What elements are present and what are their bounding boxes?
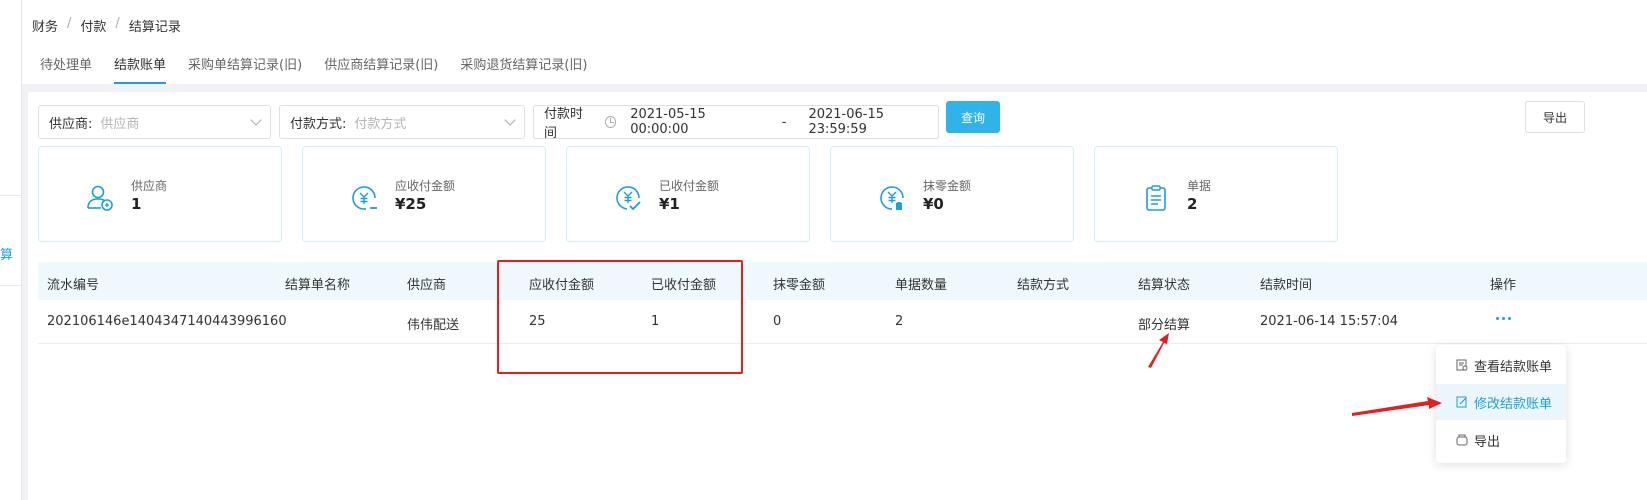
cell-rounding: 0 [773,314,782,329]
sidebar-divider [0,285,22,286]
more-actions-icon[interactable] [1496,317,1511,320]
tab-supplier-settlement-old[interactable]: 供应商结算记录(旧) [324,54,438,84]
cell-supplier: 伟伟配送 [407,318,460,333]
document-icon [1146,185,1166,211]
summary-card-rounding: 抹零金额 ¥0 [830,146,1074,242]
payment-method-select[interactable]: 付款方式: 付款方式 [279,105,525,139]
column-header: 供应商 [407,278,447,293]
payment-method-placeholder: 付款方式 [354,116,407,132]
menu-item-label: 查看结款账单 [1474,359,1553,375]
card-label: 抹零金额 [923,179,972,193]
payment-time-range[interactable]: 付款时间 2021-05-15 00:00:00 - 2021-06-15 23… [533,105,939,141]
card-value: 1 [131,195,142,213]
export-button[interactable]: 导出 [1525,101,1585,133]
breadcrumb-separator: / [115,16,120,31]
card-label: 单据 [1187,179,1212,193]
menu-item-label: 修改结款账单 [1474,396,1553,412]
summary-card-documents: 单据 2 [1094,146,1338,242]
menu-item-view-bill[interactable]: 查看结款账单 [1436,347,1566,383]
edit-icon [1456,396,1467,408]
table-header: 流水编号 结算单名称 供应商 应收付金额 已收付金额 抹零金额 单据数量 结款方… [38,262,1647,300]
breadcrumb-item-current: 结算记录 [128,20,181,35]
cell-doc-count: 2 [895,314,904,329]
column-header: 结算状态 [1138,278,1191,293]
view-icon [1456,359,1468,371]
column-header: 流水编号 [47,278,100,293]
tab-settlement-bill[interactable]: 结款账单 [114,54,167,84]
card-label: 供应商 [131,179,168,193]
card-value: ¥0 [923,195,944,213]
menu-item-label: 导出 [1474,434,1501,450]
breadcrumb: 财务 / 付款 / 结算记录 [32,16,181,35]
breadcrumb-item[interactable]: 付款 [80,16,106,35]
left-sidebar: 算 [0,0,22,500]
column-header: 结算单名称 [285,278,351,293]
supplier-label: 供应商: [49,116,93,132]
card-value: ¥1 [659,195,680,213]
summary-card-receivable: 应收付金额 ¥25 [302,146,546,242]
start-date-input[interactable]: 2021-05-15 00:00:00 [630,107,760,137]
highlight-box [497,260,743,374]
column-header: 单据数量 [895,278,948,293]
rounding-icon [880,186,904,210]
chevron-down-icon [250,114,262,126]
summary-card-paid: 已收付金额 ¥1 [566,146,810,242]
column-header: 结款时间 [1260,278,1313,293]
supplier-select[interactable]: 供应商: 供应商 [38,105,271,139]
receivable-icon [352,186,377,210]
clock-icon [604,116,617,128]
main-content: 供应商: 供应商 付款方式: 付款方式 付款时间 2021-05-15 00:0… [28,92,1647,500]
action-menu: 查看结款账单 修改结款账单 导出 [1436,345,1566,463]
sidebar-divider [0,195,22,196]
supplier-placeholder: 供应商 [100,116,140,132]
tab-pending[interactable]: 待处理单 [40,54,92,84]
tab-bar: 待处理单 结款账单 采购单结算记录(旧) 供应商结算记录(旧) 采购退货结算记录… [40,54,610,84]
tab-purchase-return-settlement-old[interactable]: 采购退货结算记录(旧) [460,54,587,84]
range-separator: - [781,114,787,130]
payment-time-label: 付款时间 [544,107,584,141]
sidebar-item-partial[interactable]: 算 [0,244,13,263]
page-header: 财务 / 付款 / 结算记录 待处理单 结款账单 采购单结算记录(旧) 供应商结… [22,0,1647,84]
chevron-down-icon [504,114,516,126]
summary-card-supplier: 供应商 1 [38,146,282,242]
column-header: 操作 [1490,278,1517,293]
card-label: 应收付金额 [395,179,456,193]
column-header: 结款方式 [1017,278,1070,293]
card-value: 2 [1187,195,1198,213]
table-row[interactable]: 202106146e1404347140443996160 伟伟配送 25 1 … [38,300,1647,344]
cell-time: 2021-06-14 15:57:04 [1260,314,1399,329]
tab-purchase-settlement-old[interactable]: 采购单结算记录(旧) [188,54,302,84]
cell-serial: 202106146e1404347140443996160 [47,314,287,329]
breadcrumb-item[interactable]: 财务 [32,16,58,35]
query-button[interactable]: 查询 [946,101,1000,133]
menu-item-edit-bill[interactable]: 修改结款账单 [1436,384,1566,420]
paid-icon [616,186,641,211]
breadcrumb-separator: / [67,16,72,31]
card-label: 已收付金额 [659,179,720,193]
menu-item-export[interactable]: 导出 [1436,422,1566,458]
cell-status: 部分结算 [1138,318,1191,333]
supplier-icon [87,185,113,211]
card-value: ¥25 [395,195,427,213]
end-date-input[interactable]: 2021-06-15 23:59:59 [808,107,938,137]
column-header: 抹零金额 [773,278,826,293]
payment-method-label: 付款方式: [290,116,347,132]
export-icon [1456,434,1468,446]
